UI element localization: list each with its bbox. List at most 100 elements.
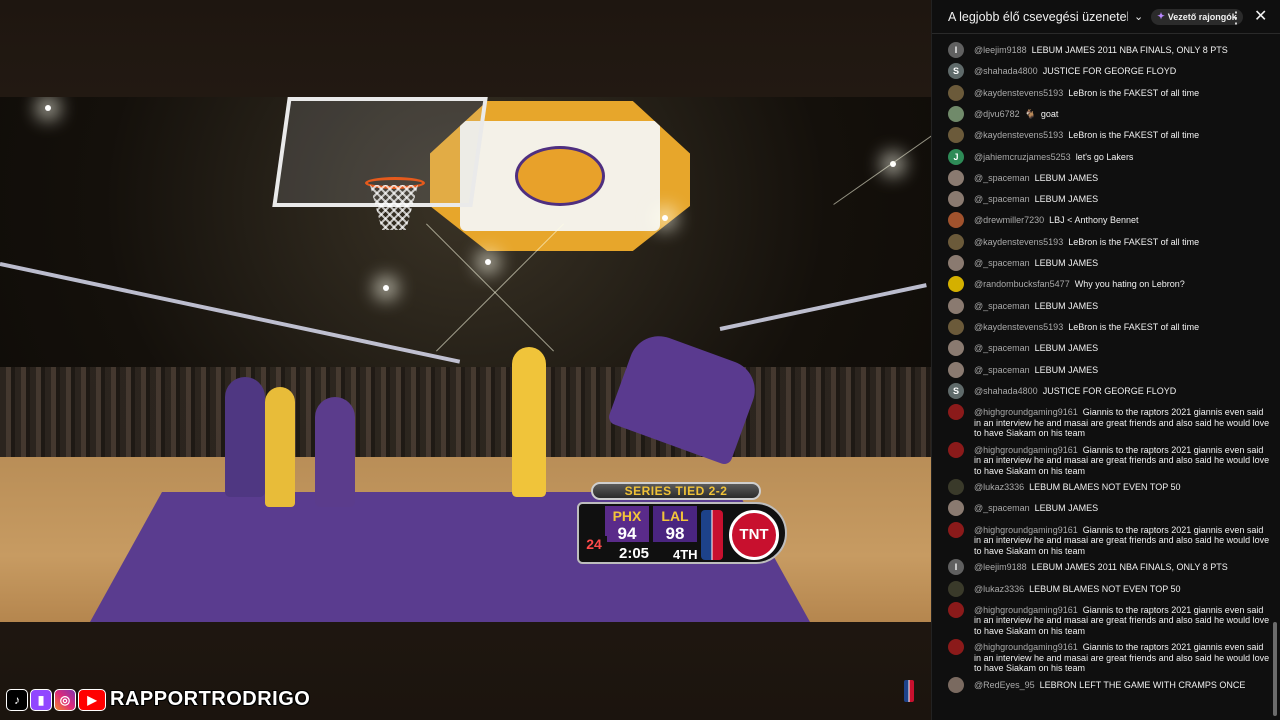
chat-author[interactable]: @lukaz3336 — [974, 584, 1024, 594]
chat-message[interactable]: @kaydenstevens5193 LeBron is the FAKEST o… — [948, 127, 1270, 144]
chat-author[interactable]: @shahada4800 — [974, 66, 1038, 76]
chat-message[interactable]: @highgroundgaming9161 Giannis to the rapt… — [948, 441, 1270, 477]
video-player[interactable]: SERIES TIED 2-2 PHX 94 LAL 98 24 2:05 4T… — [0, 0, 931, 720]
chat-message[interactable]: @_spaceman LEBUM JAMES — [948, 361, 1270, 378]
chat-author[interactable]: @kaydenstevens5193 — [974, 237, 1063, 247]
avatar[interactable] — [948, 601, 964, 618]
chat-author[interactable]: @_spaceman — [974, 258, 1030, 268]
avatar[interactable]: J — [948, 148, 964, 165]
chat-author[interactable]: @highgroundgaming9161 — [974, 605, 1078, 615]
avatar[interactable] — [948, 340, 964, 357]
chat-body: LeBron is the FAKEST of all time — [1068, 87, 1200, 98]
chat-message[interactable]: @highgroundgaming9161 Giannis to the rapt… — [948, 639, 1270, 674]
chat-message-text: @kaydenstevens5193 LeBron is the FAKEST o… — [974, 319, 1199, 333]
avatar[interactable] — [948, 297, 964, 314]
chat-message[interactable]: @kaydenstevens5193 LeBron is the FAKEST o… — [948, 233, 1270, 250]
chat-body: goat — [1040, 108, 1059, 119]
chat-message[interactable]: @highgroundgaming9161 Giannis to the rapt… — [948, 521, 1270, 557]
avatar[interactable] — [948, 318, 964, 335]
chat-author[interactable]: @_spaceman — [974, 173, 1030, 183]
away-team-score: 98 — [665, 524, 685, 543]
avatar[interactable] — [948, 276, 964, 293]
chat-message[interactable]: @drewmiller7230 LBJ < Anthony Bennet — [948, 212, 1270, 229]
chat-message[interactable]: @lukaz3336 LEBUM BLAMES NOT EVEN TOP 50 — [948, 479, 1270, 496]
chat-message[interactable]: J @jahiemcruzjames5253 let's go Lakers — [948, 148, 1270, 165]
chat-author[interactable]: @kaydenstevens5193 — [974, 88, 1063, 98]
avatar[interactable] — [948, 84, 964, 101]
chat-message[interactable]: l @leejim9188 LEBUM JAMES 2011 NBA FINALS,… — [948, 559, 1270, 576]
chat-message[interactable]: @lukaz3336 LEBUM BLAMES NOT EVEN TOP 50 — [948, 580, 1270, 597]
away-team-name: LAL — [661, 508, 689, 524]
chat-message-list[interactable]: l @leejim9188 LEBUM JAMES 2011 NBA FINALS,… — [932, 38, 1272, 720]
chat-author[interactable]: @leejim9188 — [974, 562, 1027, 572]
avatar[interactable] — [948, 191, 964, 208]
avatar[interactable] — [948, 105, 964, 122]
chat-message[interactable]: S @shahada4800 JUSTICE FOR GEORGE FLOYD — [948, 63, 1270, 80]
chat-message[interactable]: @randombucksfan5477 Why you hating on Leb… — [948, 276, 1270, 293]
chat-message[interactable]: @highgroundgaming9161 Giannis to the rapt… — [948, 601, 1270, 637]
avatar[interactable] — [948, 500, 964, 517]
chat-author[interactable]: @leejim9188 — [974, 45, 1027, 55]
avatar[interactable] — [948, 441, 964, 458]
game-quarter: 4TH — [673, 547, 698, 562]
chat-message[interactable]: @RedEyes_95 LEBRON LEFT THE GAME WITH CRA… — [948, 676, 1270, 693]
chat-author[interactable]: @randombucksfan5477 — [974, 279, 1070, 289]
avatar[interactable] — [948, 361, 964, 378]
chat-message[interactable]: @_spaceman LEBUM JAMES — [948, 169, 1270, 186]
chat-message[interactable]: @kaydenstevens5193 LeBron is the FAKEST o… — [948, 318, 1270, 335]
avatar[interactable]: l — [948, 42, 964, 58]
chat-author[interactable]: @highgroundgaming9161 — [974, 642, 1078, 652]
avatar[interactable] — [948, 233, 964, 250]
avatar[interactable] — [948, 521, 964, 538]
chat-message[interactable]: S @shahada4800 JUSTICE FOR GEORGE FLOYD — [948, 382, 1270, 399]
chat-author[interactable]: @_spaceman — [974, 194, 1030, 204]
chat-message[interactable]: @_spaceman LEBUM JAMES — [948, 500, 1270, 517]
chat-message[interactable]: @djvu6782 🐐 goat — [948, 105, 1270, 122]
chat-author[interactable]: @_spaceman — [974, 503, 1030, 513]
chat-mode-title[interactable]: A legjobb élő csevegési üzenetek új… — [948, 10, 1128, 24]
chat-message[interactable]: @_spaceman LEBUM JAMES — [948, 340, 1270, 357]
chat-author[interactable]: @highgroundgaming9161 — [974, 445, 1078, 455]
chat-author[interactable]: @shahada4800 — [974, 386, 1038, 396]
avatar[interactable]: S — [948, 382, 964, 399]
avatar[interactable] — [948, 255, 964, 271]
avatar[interactable] — [948, 169, 964, 186]
chat-author[interactable]: @kaydenstevens5193 — [974, 322, 1063, 332]
avatar[interactable]: S — [948, 63, 964, 80]
chat-author[interactable]: @highgroundgaming9161 — [974, 407, 1078, 417]
game-clock: 2:05 — [619, 545, 650, 562]
chat-author[interactable]: @kaydenstevens5193 — [974, 130, 1063, 140]
more-options-icon[interactable]: ⋮ — [1228, 8, 1244, 28]
chat-author[interactable]: @djvu6782 — [974, 109, 1020, 119]
avatar[interactable] — [948, 212, 964, 229]
avatar[interactable] — [948, 580, 964, 597]
avatar[interactable] — [948, 676, 964, 693]
chat-message[interactable]: @kaydenstevens5193 LeBron is the FAKEST o… — [948, 84, 1270, 101]
player-lakers — [265, 387, 295, 507]
chat-author[interactable]: @_spaceman — [974, 343, 1030, 353]
chevron-down-icon[interactable]: ⌄ — [1134, 10, 1143, 23]
avatar[interactable] — [948, 404, 964, 421]
video-frame[interactable]: SERIES TIED 2-2 PHX 94 LAL 98 24 2:05 4T… — [0, 97, 931, 622]
avatar[interactable] — [948, 639, 964, 656]
chat-author[interactable]: @jahiemcruzjames5253 — [974, 152, 1071, 162]
avatar[interactable] — [948, 479, 964, 496]
chat-message[interactable]: @_spaceman LEBUM JAMES — [948, 191, 1270, 208]
chat-author[interactable]: @highgroundgaming9161 — [974, 525, 1078, 535]
chat-author[interactable]: @RedEyes_95 — [974, 680, 1035, 690]
chat-message[interactable]: @_spaceman LEBUM JAMES — [948, 297, 1270, 314]
close-icon[interactable]: ✕ — [1254, 6, 1267, 26]
chat-author[interactable]: @drewmiller7230 — [974, 215, 1044, 225]
chat-author[interactable]: @_spaceman — [974, 301, 1030, 311]
avatar[interactable]: l — [948, 559, 964, 576]
avatar[interactable] — [948, 127, 964, 144]
chat-message-text: @kaydenstevens5193 LeBron is the FAKEST o… — [974, 85, 1199, 99]
chat-message[interactable]: @_spaceman LEBUM JAMES — [948, 255, 1270, 271]
chat-message[interactable]: @highgroundgaming9161 Giannis to the rapt… — [948, 404, 1270, 439]
chat-author[interactable]: @_spaceman — [974, 365, 1030, 375]
chat-message[interactable]: l @leejim9188 LEBUM JAMES 2011 NBA FINALS,… — [948, 42, 1270, 58]
chat-scrollbar[interactable] — [1273, 622, 1277, 716]
chat-body: LEBUM BLAMES NOT EVEN TOP 50 — [1029, 583, 1181, 594]
player-shooter — [512, 347, 546, 497]
chat-author[interactable]: @lukaz3336 — [974, 482, 1024, 492]
